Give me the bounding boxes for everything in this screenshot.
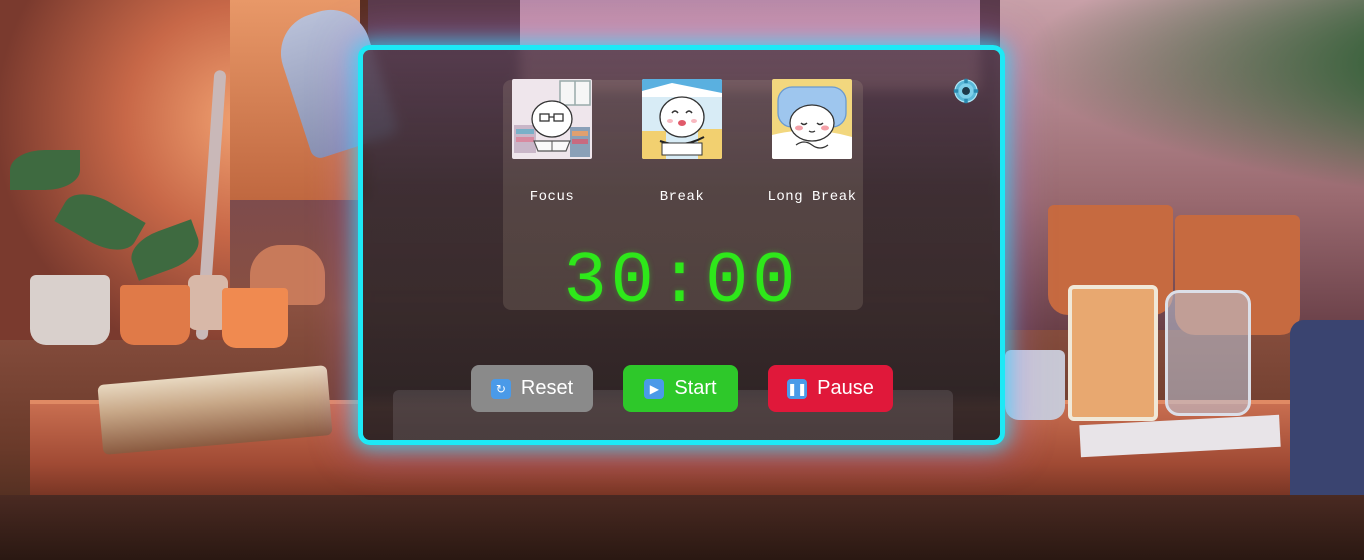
background-mug [1068,285,1158,421]
mode-focus[interactable]: Focus [497,79,607,205]
start-button-label: Start [674,377,717,399]
background-pot [120,285,190,345]
background-chair [1290,320,1364,520]
mode-break-label: Break [659,189,705,205]
mode-long-break-label: Long Break [767,189,857,205]
background-jar [1165,290,1251,416]
happy-character-image [642,79,722,159]
start-button[interactable]: ▶ Start [623,365,738,412]
gear-icon [953,78,979,104]
reset-button-label: Reset [520,377,574,399]
background-leaf [10,150,80,190]
background-floor [0,495,1364,560]
mode-focus-label: Focus [529,189,575,205]
play-icon: ▶ [644,378,665,399]
mode-long-break[interactable]: Long Break [757,79,867,205]
reset-button[interactable]: ↻ Reset [471,365,593,412]
background-cup [1005,350,1065,420]
timer-panel: Focus Break Long Break 30:00 ↻ Reset ▶ S… [358,45,1005,445]
pause-button-label: Pause [817,377,874,399]
reset-icon: ↻ [490,378,511,399]
background-plant-right [1010,0,1364,240]
pause-button[interactable]: ❚❚ Pause [768,365,893,412]
background-scene: Focus Break Long Break 30:00 ↻ Reset ▶ S… [0,0,1364,560]
pause-icon: ❚❚ [787,378,807,399]
settings-button[interactable] [951,76,981,106]
background-pot [30,275,110,345]
mode-break[interactable]: Break [627,79,737,205]
sleeping-character-image [772,79,852,159]
timer-display: 30:00 [563,241,800,323]
background-pot [222,288,288,348]
studying-character-image [512,79,592,159]
